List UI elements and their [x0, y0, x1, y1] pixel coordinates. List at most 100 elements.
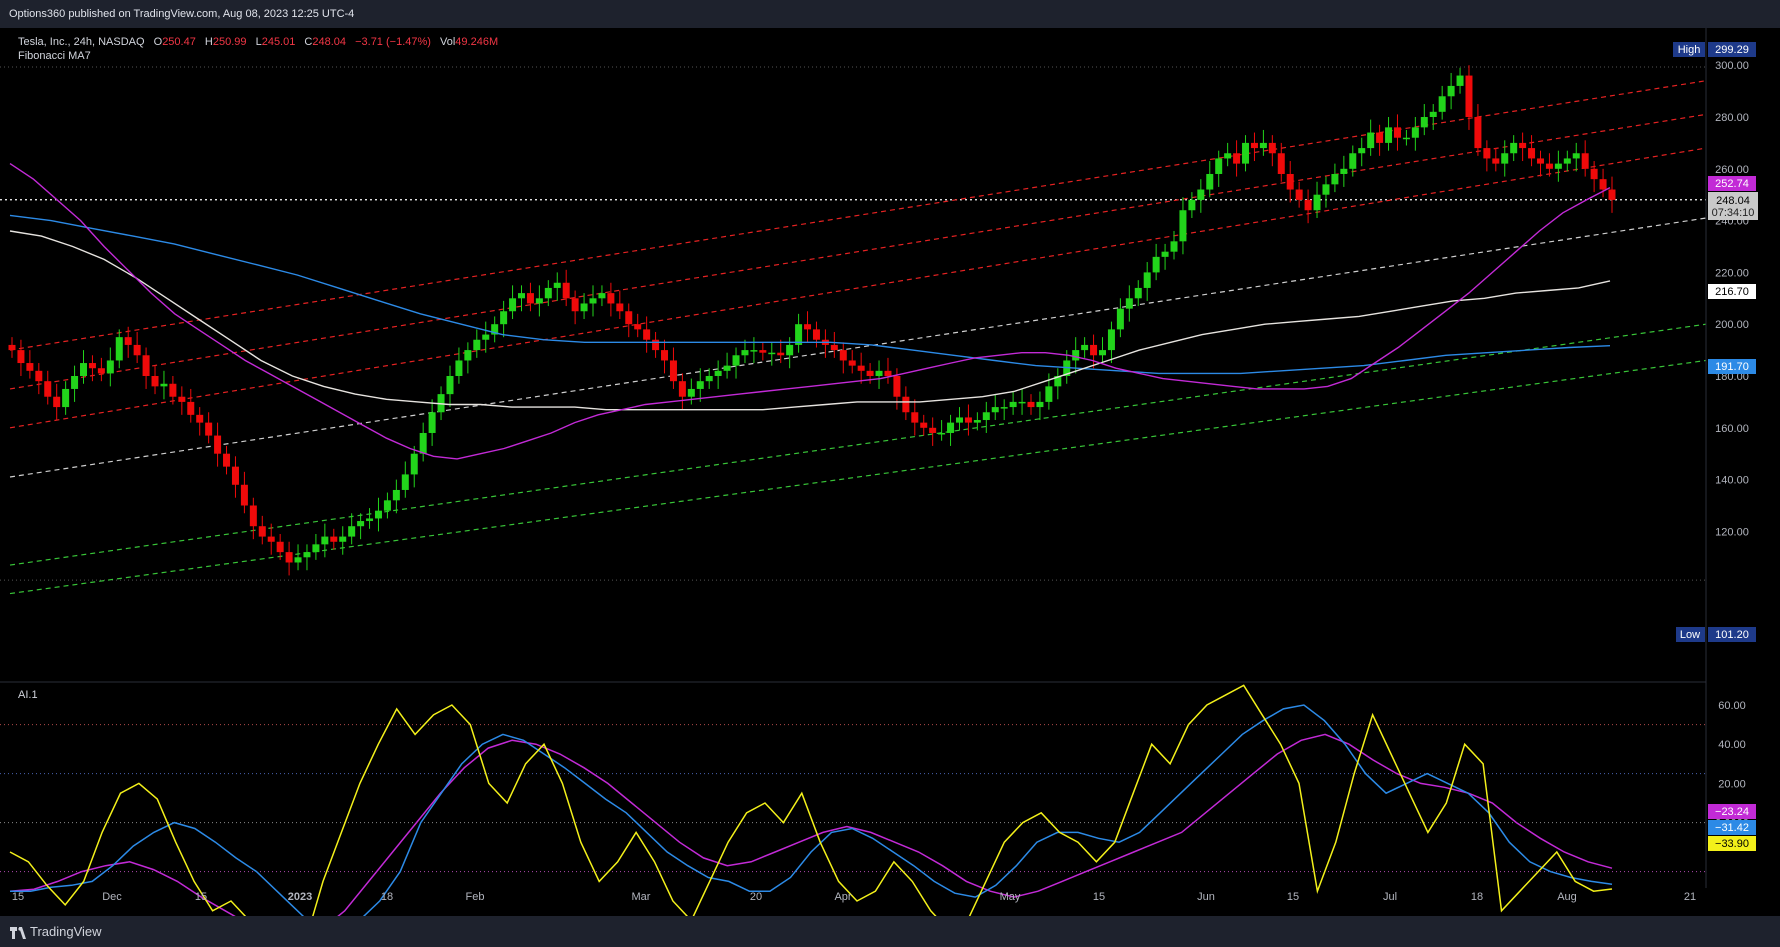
candle-body — [366, 518, 374, 522]
last-price-tag: 248.04 07:34:10 — [1708, 192, 1758, 220]
candle-body — [1215, 158, 1223, 174]
x-tick-label: Jul — [1383, 891, 1397, 903]
svg-text:Tesla, Inc., 24h, NASDAQ O: Tesla, Inc., 24h, NASDAQ O250.47 H250.99… — [18, 36, 498, 48]
high-label: H — [205, 36, 213, 48]
candle-body — [804, 324, 812, 330]
x-tick-label: Dec — [102, 891, 122, 903]
candle-body — [267, 536, 275, 542]
candle-body — [106, 360, 114, 374]
candle-body — [1107, 329, 1115, 351]
candle-body — [1483, 148, 1491, 159]
candle-body — [884, 370, 892, 376]
tradingview-logo[interactable]: TradingView — [10, 924, 102, 939]
candle-body — [26, 363, 34, 371]
candle-body — [303, 552, 311, 558]
candle-body — [1322, 184, 1330, 195]
candle-body — [1090, 344, 1098, 356]
candle-body — [955, 417, 963, 423]
ma-blue-price-tag: 191.70 — [1708, 359, 1756, 374]
osc-magenta-tag: −23.24 — [1708, 804, 1756, 819]
ma-magenta-price-value: 252.74 — [1715, 178, 1749, 190]
change-value: −3.71 (−1.47%) — [355, 36, 431, 48]
candle-body — [920, 422, 928, 428]
candle-body — [1134, 287, 1142, 299]
osc-yellow-value: −33.90 — [1715, 838, 1749, 850]
candle-body — [750, 350, 758, 352]
candle-body — [1116, 308, 1124, 330]
candle-body — [178, 396, 186, 402]
candle-body — [223, 453, 231, 467]
candle-body — [1152, 256, 1160, 273]
candle-body — [1393, 127, 1401, 138]
candle-body — [1474, 117, 1482, 149]
candle-body — [1608, 189, 1616, 200]
candle-body — [1536, 158, 1544, 164]
candle-body — [1349, 153, 1357, 169]
candle-body — [142, 355, 150, 376]
candle-body — [1242, 142, 1250, 164]
oscillator-name[interactable]: AI.1 — [18, 689, 38, 701]
candle-body — [401, 474, 409, 490]
candle-body — [97, 368, 105, 374]
candle-body — [812, 329, 820, 340]
candle-body — [285, 552, 293, 563]
candle-body — [741, 350, 749, 356]
candle-body — [1233, 153, 1241, 164]
candle-body — [339, 536, 347, 542]
price-chart[interactable]: 300.00280.00260.00240.00220.00200.00180.… — [0, 28, 1780, 916]
candle-body — [705, 376, 713, 382]
candle-body — [1313, 194, 1321, 211]
candle-body — [8, 344, 16, 351]
candle-body — [625, 311, 633, 325]
candle-body — [1277, 153, 1285, 174]
low-marker-value: 101.20 — [1715, 629, 1749, 641]
close-label: C — [304, 36, 312, 48]
candle-body — [1000, 407, 1008, 409]
x-tick-label: 20 — [750, 891, 762, 903]
candle-body — [732, 355, 740, 366]
candle-body — [1545, 163, 1553, 169]
tradingview-logo-icon — [10, 927, 26, 939]
candle-body — [1554, 163, 1562, 169]
candle-body — [1376, 132, 1384, 143]
candle-body — [1599, 179, 1607, 190]
y-tick-label: 260.00 — [1715, 164, 1749, 176]
candle-body — [1501, 153, 1509, 164]
tradingview-brand: TradingView — [30, 924, 102, 939]
candle-body — [1197, 189, 1205, 200]
candle-body — [151, 376, 159, 387]
candle-body — [902, 396, 910, 413]
candle-body — [53, 396, 61, 408]
candle-body — [1268, 142, 1276, 154]
candle-body — [1465, 75, 1473, 117]
candle-body — [383, 500, 391, 511]
candle-body — [330, 536, 338, 542]
osc-y-tick-label: 40.00 — [1718, 739, 1746, 751]
candle-body — [661, 350, 669, 361]
candle-body — [839, 350, 847, 361]
candle-body — [1161, 251, 1169, 257]
x-tick-label: 15 — [1093, 891, 1105, 903]
candle-body — [1510, 142, 1518, 154]
candle-body — [1188, 199, 1196, 211]
candle-body — [124, 337, 132, 345]
candle-body — [991, 407, 999, 413]
x-tick-label: 21 — [1684, 891, 1696, 903]
low-marker-label: Low — [1680, 629, 1700, 641]
candle-body — [1420, 117, 1428, 128]
candle-body — [964, 417, 972, 423]
open-value: 250.47 — [162, 36, 196, 48]
candle-body — [500, 311, 508, 325]
candle-body — [616, 303, 624, 312]
candle-body — [1456, 75, 1464, 86]
candle-body — [1081, 344, 1089, 351]
candle-body — [482, 334, 490, 340]
ma-blue-price-value: 191.70 — [1715, 361, 1749, 373]
indicator-name[interactable]: Fibonacci MA7 — [18, 50, 91, 62]
candle-body — [768, 352, 776, 355]
candle-body — [276, 541, 284, 553]
candle-body — [1259, 142, 1267, 149]
candle-body — [696, 381, 704, 389]
candle-body — [973, 420, 981, 423]
candle-body — [1027, 401, 1035, 408]
